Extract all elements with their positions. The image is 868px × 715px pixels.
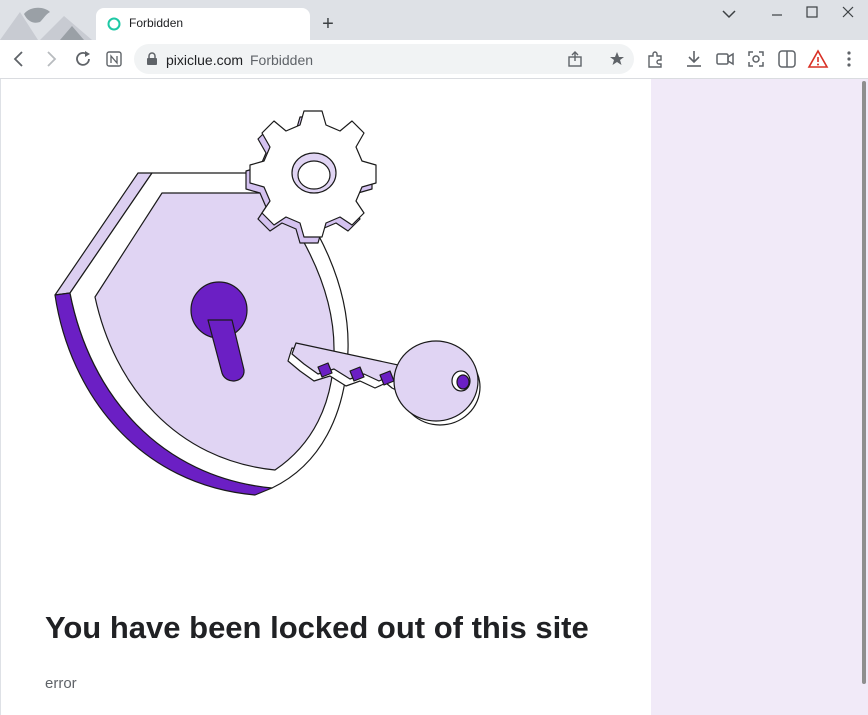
extensions-icon[interactable] <box>644 48 666 70</box>
right-panel <box>651 79 861 715</box>
url-host: pixiclue.com <box>166 52 244 68</box>
star-icon[interactable] <box>608 50 626 68</box>
reload-icon[interactable] <box>72 48 94 70</box>
download-icon[interactable] <box>683 48 705 70</box>
minimize-icon[interactable] <box>762 4 792 24</box>
menu-icon[interactable] <box>838 48 860 70</box>
page-title: You have been locked out of this site <box>45 610 589 645</box>
video-icon[interactable] <box>714 48 736 70</box>
url-path: Forbidden <box>250 52 314 68</box>
scroll-thumb[interactable] <box>862 81 866 684</box>
warning-icon[interactable] <box>807 48 829 70</box>
screenshot-icon[interactable] <box>745 48 767 70</box>
address-bar[interactable]: pixiclue.com Forbidden <box>134 44 634 74</box>
tab-strip: Forbidden + <box>0 0 868 40</box>
chevron-down-icon[interactable] <box>714 4 744 24</box>
browser-toolbar: pixiclue.com Forbidden <box>0 40 868 79</box>
shield-lock-key-illustration <box>54 110 481 496</box>
lock-icon[interactable] <box>146 52 158 66</box>
close-icon[interactable] <box>833 4 863 24</box>
sidepanel-icon[interactable] <box>776 48 798 70</box>
profile-theme-art <box>0 7 92 40</box>
forward-icon[interactable] <box>40 48 62 70</box>
circle-outline-icon <box>107 17 121 31</box>
back-icon[interactable] <box>8 48 30 70</box>
scrollbar[interactable] <box>861 79 868 715</box>
error-label: error <box>45 675 77 692</box>
new-tab-button[interactable]: + <box>316 12 340 36</box>
share-icon[interactable] <box>566 50 584 68</box>
tab-title: Forbidden <box>129 16 184 30</box>
notion-icon[interactable] <box>103 48 125 70</box>
maximize-icon[interactable] <box>797 4 827 24</box>
tab-forbidden[interactable]: Forbidden <box>96 8 310 40</box>
